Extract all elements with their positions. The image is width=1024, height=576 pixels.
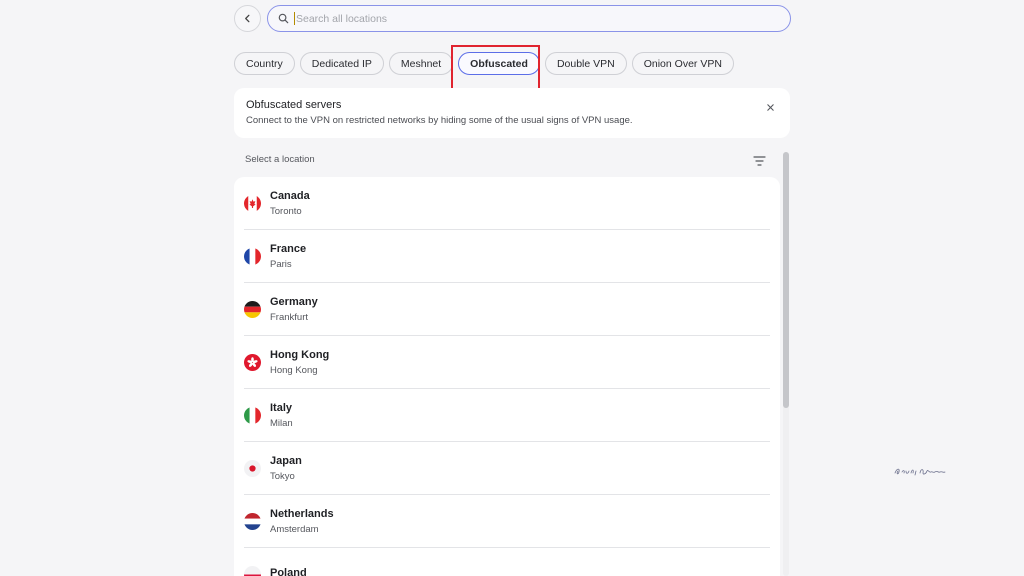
location-country: France xyxy=(270,243,307,255)
filter-icon[interactable] xyxy=(753,154,766,166)
chip-onion-over-vpn[interactable]: Onion Over VPN xyxy=(631,52,734,75)
poland-flag-icon xyxy=(244,566,261,576)
location-city: Frankfurt xyxy=(270,312,309,323)
germany-flag-icon xyxy=(244,301,261,318)
location-city: Amsterdam xyxy=(270,524,319,535)
canada-flag-icon xyxy=(244,195,261,212)
location-city: Milan xyxy=(270,418,293,429)
location-city: Toronto xyxy=(270,206,302,217)
location-row-canada[interactable]: Canada Toronto xyxy=(234,177,780,230)
info-card: Obfuscated servers Connect to the VPN on… xyxy=(234,88,790,138)
location-row-hong-kong[interactable]: Hong Kong Hong Kong xyxy=(234,336,780,389)
search-icon xyxy=(278,13,289,24)
location-city: Hong Kong xyxy=(270,365,318,376)
text-cursor xyxy=(294,12,295,25)
search-input[interactable] xyxy=(296,12,776,25)
chip-obfuscated[interactable]: Obfuscated xyxy=(458,52,540,75)
filter-chips: Country Dedicated IP Meshnet Obfuscated … xyxy=(234,52,734,75)
location-country: Italy xyxy=(270,402,293,414)
location-row-netherlands[interactable]: Netherlands Amsterdam xyxy=(234,495,780,548)
info-card-description: Connect to the VPN on restricted network… xyxy=(246,115,633,126)
location-list: Canada Toronto France Paris Germany Fran… xyxy=(234,177,780,576)
location-row-france[interactable]: France Paris xyxy=(234,230,780,283)
info-card-title: Obfuscated servers xyxy=(246,99,342,111)
location-city: Paris xyxy=(270,259,292,270)
chip-double-vpn[interactable]: Double VPN xyxy=(544,52,627,75)
italy-flag-icon xyxy=(244,407,261,424)
scrollbar[interactable] xyxy=(783,152,789,576)
location-row-poland[interactable]: Poland xyxy=(234,548,780,576)
close-icon[interactable] xyxy=(764,101,776,113)
japan-flag-icon xyxy=(244,460,261,477)
location-row-germany[interactable]: Germany Frankfurt xyxy=(234,283,780,336)
location-country: Poland xyxy=(270,566,307,576)
signature-watermark xyxy=(894,468,946,476)
chip-country[interactable]: Country xyxy=(234,52,295,75)
scrollbar-thumb[interactable] xyxy=(783,152,789,408)
france-flag-icon xyxy=(244,248,261,265)
location-city: Tokyo xyxy=(270,471,295,482)
back-button[interactable] xyxy=(234,5,261,32)
chip-meshnet[interactable]: Meshnet xyxy=(388,52,454,75)
location-country: Germany xyxy=(270,296,318,308)
hong-kong-flag-icon xyxy=(244,354,261,371)
chip-dedicated-ip[interactable]: Dedicated IP xyxy=(299,52,384,75)
netherlands-flag-icon xyxy=(244,513,261,530)
location-country: Netherlands xyxy=(270,508,334,520)
location-row-italy[interactable]: Italy Milan xyxy=(234,389,780,442)
app-window: Country Dedicated IP Meshnet Obfuscated … xyxy=(0,0,1024,576)
list-header-label: Select a location xyxy=(245,154,315,165)
location-country: Canada xyxy=(270,190,310,202)
location-country: Hong Kong xyxy=(270,349,330,361)
chevron-left-icon xyxy=(245,14,250,23)
location-country: Japan xyxy=(270,455,302,467)
location-row-japan[interactable]: Japan Tokyo xyxy=(234,442,780,495)
search-bar[interactable] xyxy=(267,5,791,32)
